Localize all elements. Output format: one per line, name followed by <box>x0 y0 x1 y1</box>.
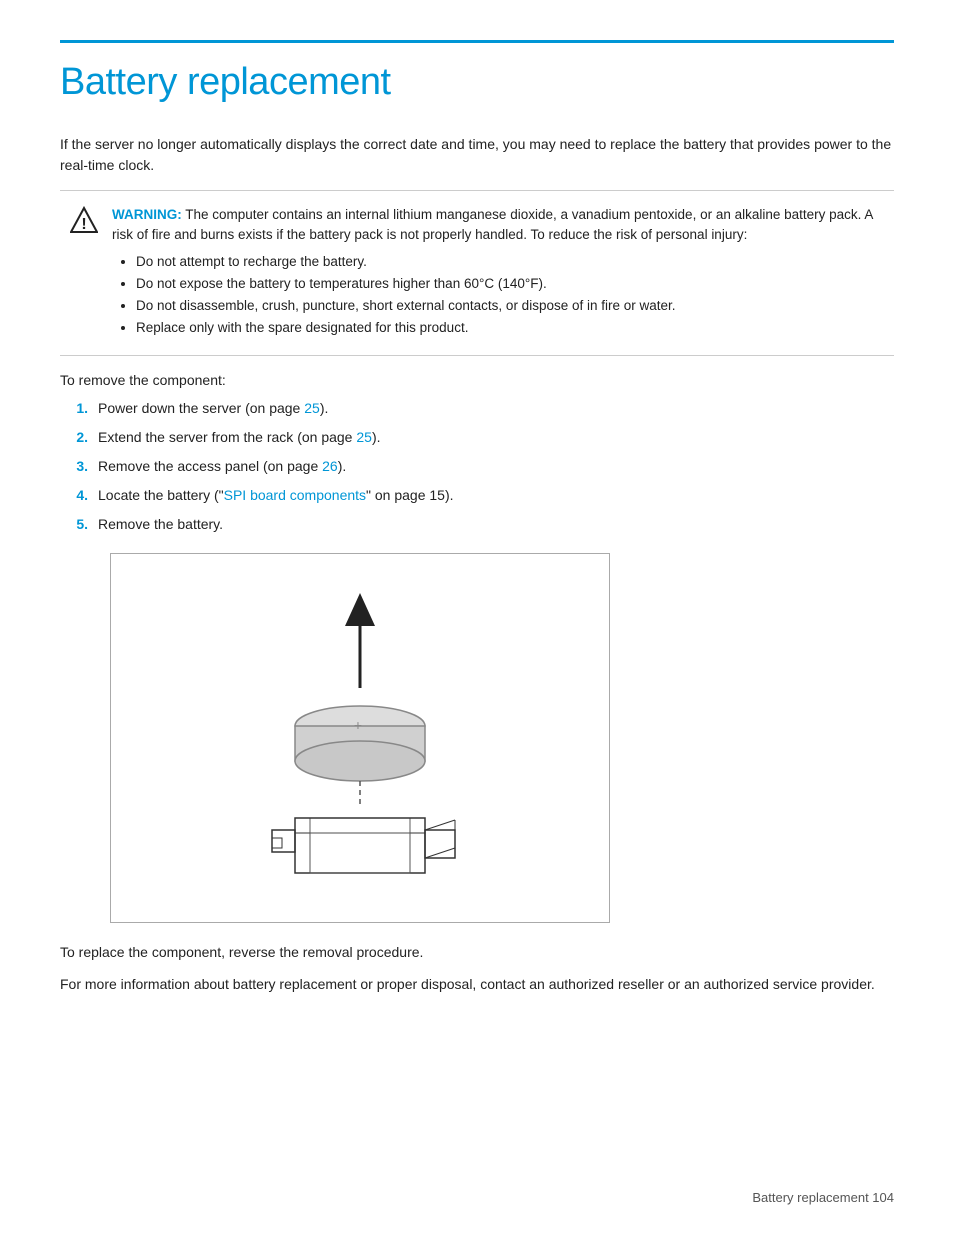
step-number: 3. <box>70 456 88 477</box>
step-text: Remove the battery. <box>98 514 223 535</box>
top-rule <box>60 40 894 43</box>
intro-paragraph: If the server no longer automatically di… <box>60 134 894 176</box>
steps-list: 1. Power down the server (on page 25). 2. E… <box>70 398 894 535</box>
svg-text:+: + <box>354 717 362 733</box>
page-footer: Battery replacement 104 <box>752 1190 894 1205</box>
step-text: Remove the access panel (on page 26). <box>98 456 346 477</box>
warning-body: The computer contains an internal lithiu… <box>112 207 873 242</box>
warning-bullets: Do not attempt to recharge the battery.D… <box>136 252 884 339</box>
warning-label: WARNING: <box>112 207 182 222</box>
step-text: Locate the battery ("SPI board component… <box>98 485 454 506</box>
footer-right: Battery replacement 104 <box>752 1190 894 1205</box>
step-item: 5. Remove the battery. <box>70 514 894 535</box>
warning-bullet: Do not attempt to recharge the battery. <box>136 252 884 272</box>
warning-bullet: Do not disassemble, crush, puncture, sho… <box>136 296 884 316</box>
battery-diagram: + <box>110 553 610 923</box>
step-link[interactable]: 26 <box>322 458 338 474</box>
warning-bullet: Do not expose the battery to temperature… <box>136 274 884 294</box>
step-item: 4. Locate the battery ("SPI board compone… <box>70 485 894 506</box>
info-text: For more information about battery repla… <box>60 973 894 995</box>
step-item: 1. Power down the server (on page 25). <box>70 398 894 419</box>
step-link[interactable]: SPI board components <box>224 487 366 503</box>
step-text: Power down the server (on page 25). <box>98 398 328 419</box>
page-title: Battery replacement <box>60 61 894 104</box>
warning-icon: ! <box>70 206 98 234</box>
page-content: Battery replacement If the server no lon… <box>0 0 954 1065</box>
step-item: 3. Remove the access panel (on page 26). <box>70 456 894 477</box>
step-text: Extend the server from the rack (on page… <box>98 427 381 448</box>
battery-diagram-svg: + <box>190 578 530 898</box>
replace-text: To replace the component, reverse the re… <box>60 941 894 963</box>
step-item: 2. Extend the server from the rack (on pa… <box>70 427 894 448</box>
warning-bullet: Replace only with the spare designated f… <box>136 318 884 338</box>
warning-content: WARNING: The computer contains an intern… <box>112 205 884 341</box>
step-number: 1. <box>70 398 88 419</box>
step-link[interactable]: 25 <box>304 400 320 416</box>
remove-label: To remove the component: <box>60 372 894 388</box>
step-link[interactable]: 25 <box>356 429 372 445</box>
step-number: 5. <box>70 514 88 535</box>
step-number: 4. <box>70 485 88 506</box>
warning-box: ! WARNING: The computer contains an inte… <box>60 190 894 356</box>
step-number: 2. <box>70 427 88 448</box>
svg-text:!: ! <box>81 216 86 233</box>
